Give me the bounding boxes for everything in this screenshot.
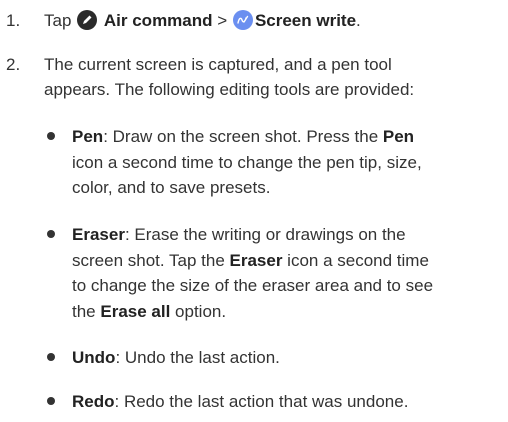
list-item-text: Undo: Undo the last action. xyxy=(72,345,508,371)
eraser-inline-bold: Eraser xyxy=(229,250,283,270)
bullet-dot xyxy=(47,353,55,361)
tool-name-eraser: Eraser xyxy=(72,225,125,244)
step-text: The current screen is captured, and a pe… xyxy=(44,52,508,102)
eraser-text-1: : Erase the writing or drawings on the xyxy=(124,225,406,244)
tool-name-redo: Redo xyxy=(72,392,115,411)
list-item-text: Pen: Draw on the screen shot. Press the … xyxy=(72,124,508,201)
step-2-line-2: appears. The following editing tools are… xyxy=(44,80,415,99)
air-command-icon xyxy=(77,10,98,30)
eraser-text-4b: option. xyxy=(170,301,227,321)
list-item-text: Redo: Redo the last action that was undo… xyxy=(72,389,508,415)
separator-chevron: > xyxy=(217,11,228,30)
undo-text: : Undo the last action. xyxy=(115,348,280,367)
step-number: 2. xyxy=(6,55,21,74)
erase-all-label: Erase all xyxy=(100,301,171,321)
eraser-text-3: to change the size of the eraser area an… xyxy=(72,276,434,295)
pen-text-3: color, and to save presets. xyxy=(72,178,271,197)
screen-write-icon xyxy=(232,10,253,30)
bullet-dot xyxy=(47,397,55,405)
bullet-dot xyxy=(47,230,55,238)
redo-text: : Redo the last action that was undone. xyxy=(114,392,409,411)
step-text: Tap Air command > Screen write. xyxy=(44,8,508,33)
step-number: 1. xyxy=(6,11,21,30)
bullet-dot xyxy=(47,132,55,140)
eraser-text-4a: the xyxy=(72,301,101,321)
screen-write-label: Screen write xyxy=(254,11,357,30)
pen-text-2: icon a second time to change the pen tip… xyxy=(72,152,422,172)
step-2-line-1: The current screen is captured, and a pe… xyxy=(44,55,392,74)
tool-name-pen: Pen xyxy=(72,127,104,146)
pen-inline-bold: Pen xyxy=(382,127,415,146)
tap-word: Tap xyxy=(44,11,72,30)
tool-name-undo: Undo xyxy=(72,348,116,367)
list-item-text: Eraser: Erase the writing or drawings on… xyxy=(72,222,508,324)
pen-text-1: : Draw on the screen shot. Press the xyxy=(103,127,383,146)
eraser-text-2a: screen shot. Tap the xyxy=(72,250,230,270)
eraser-text-2b: icon a second time xyxy=(282,250,429,270)
air-command-label: Air command xyxy=(103,11,213,30)
step-1-period: . xyxy=(356,11,361,30)
